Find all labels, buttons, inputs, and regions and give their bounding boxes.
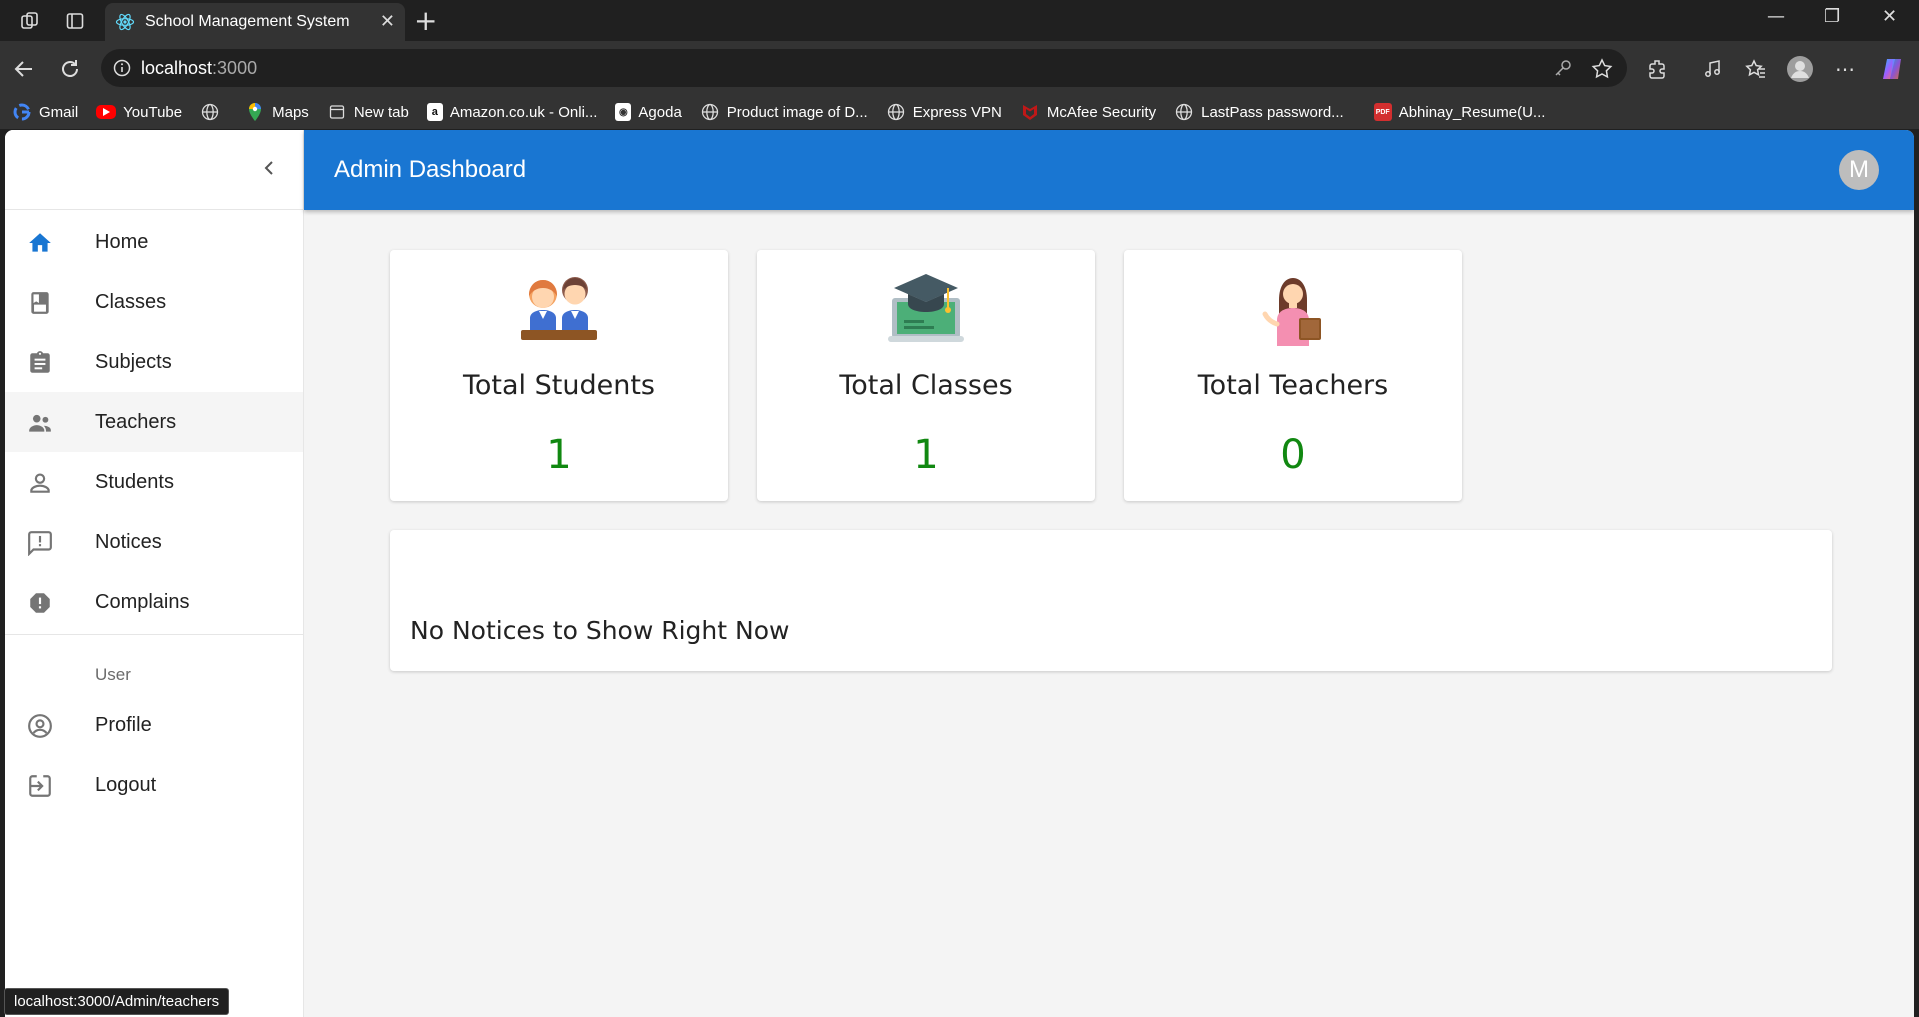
profile-avatar-icon[interactable] bbox=[1786, 55, 1814, 83]
stat-card-classes: Total Classes 1 bbox=[757, 250, 1095, 501]
sidebar-item-complains[interactable]: Complains bbox=[5, 572, 303, 632]
browser-toolbar: localhost:3000 ⋯ bbox=[0, 41, 1919, 95]
vertical-tabs-icon[interactable] bbox=[62, 8, 88, 34]
account-circle-icon bbox=[27, 713, 53, 739]
amazon-icon: a bbox=[426, 103, 443, 121]
bookmark-maps[interactable]: Maps bbox=[245, 102, 309, 122]
stat-title: Total Teachers bbox=[1197, 370, 1389, 401]
students-illustration-icon bbox=[519, 268, 599, 348]
close-tab-icon[interactable]: ✕ bbox=[380, 11, 395, 32]
app-bar: Admin Dashboard M bbox=[304, 130, 1914, 210]
stat-card-teachers: Total Teachers 0 bbox=[1124, 250, 1462, 501]
stat-value: 0 bbox=[1280, 432, 1306, 478]
class-icon bbox=[27, 290, 53, 316]
bookmarks-bar: Gmail YouTube Maps New tab a Amazon.co.uk… bbox=[0, 95, 1919, 129]
stat-title: Total Students bbox=[463, 370, 655, 401]
sidebar: Home Classes Subjects Teachers Students … bbox=[5, 130, 304, 1017]
bookmark-lastpass[interactable]: LastPass password... bbox=[1174, 102, 1344, 122]
agoda-icon: ◉ bbox=[615, 103, 632, 121]
site-info-icon[interactable] bbox=[113, 59, 131, 82]
teachers-illustration-icon bbox=[1253, 268, 1333, 348]
page-title: Admin Dashboard bbox=[334, 156, 527, 183]
sidebar-item-subjects[interactable]: Subjects bbox=[5, 332, 303, 392]
pdf-icon: PDF bbox=[1373, 103, 1392, 121]
sidebar-item-logout[interactable]: Logout bbox=[5, 755, 303, 815]
globe-icon bbox=[200, 102, 220, 122]
extensions-icon[interactable] bbox=[1644, 55, 1672, 83]
sidebar-item-classes[interactable]: Classes bbox=[5, 272, 303, 332]
sidebar-item-notices[interactable]: Notices bbox=[5, 512, 303, 572]
assignment-icon bbox=[27, 350, 53, 376]
globe-icon bbox=[1174, 102, 1194, 122]
minimize-icon[interactable]: — bbox=[1767, 6, 1785, 27]
favorites-icon[interactable] bbox=[1742, 55, 1770, 83]
bookmark-amazon[interactable]: a Amazon.co.uk - Onli... bbox=[426, 103, 597, 121]
back-icon[interactable] bbox=[10, 55, 38, 83]
stat-value: 1 bbox=[546, 432, 572, 478]
workspaces-icon[interactable] bbox=[17, 8, 43, 34]
notices-empty-text: No Notices to Show Right Now bbox=[410, 616, 790, 645]
youtube-icon bbox=[96, 105, 117, 119]
google-icon bbox=[12, 102, 32, 122]
globe-icon bbox=[700, 102, 720, 122]
bookmark-product-image[interactable]: Product image of D... bbox=[700, 102, 868, 122]
announcement-icon bbox=[27, 530, 53, 556]
sidebar-header bbox=[5, 130, 303, 210]
home-icon bbox=[27, 230, 53, 256]
classes-illustration-icon bbox=[886, 268, 966, 348]
bookmark-express-vpn[interactable]: Express VPN bbox=[886, 102, 1002, 122]
sidebar-nav: Home Classes Subjects Teachers Students … bbox=[5, 212, 303, 632]
tab-title: School Management System bbox=[145, 13, 350, 30]
bookmark-youtube[interactable]: YouTube bbox=[96, 104, 182, 121]
report-icon bbox=[27, 590, 53, 616]
stat-value: 1 bbox=[913, 432, 939, 478]
refresh-icon[interactable] bbox=[56, 55, 84, 83]
stat-card-students: Total Students 1 bbox=[390, 250, 728, 501]
address-bar[interactable]: localhost:3000 bbox=[101, 49, 1627, 87]
bookmark-globe[interactable] bbox=[200, 102, 227, 122]
globe-icon bbox=[886, 102, 906, 122]
sidebar-item-profile[interactable]: Profile bbox=[5, 695, 303, 755]
notices-panel: No Notices to Show Right Now bbox=[390, 530, 1832, 671]
stat-title: Total Classes bbox=[839, 370, 1013, 401]
maps-icon bbox=[245, 102, 265, 122]
restore-icon[interactable]: ❐ bbox=[1824, 6, 1840, 27]
url-text: localhost:3000 bbox=[141, 58, 258, 78]
sidebar-item-home[interactable]: Home bbox=[5, 212, 303, 272]
browser-tab-bar: School Management System ✕ + — ❐ ✕ bbox=[0, 0, 1919, 41]
person-icon bbox=[27, 470, 53, 496]
bookmark-mcafee[interactable]: McAfee Security bbox=[1020, 102, 1156, 122]
sidebar-item-students[interactable]: Students bbox=[5, 452, 303, 512]
bookmark-agoda[interactable]: ◉ Agoda bbox=[615, 103, 682, 121]
link-status-bar: localhost:3000/Admin/teachers bbox=[4, 988, 230, 1015]
chevron-left-icon[interactable] bbox=[259, 158, 279, 183]
close-window-icon[interactable]: ✕ bbox=[1882, 6, 1897, 27]
logout-icon bbox=[27, 773, 53, 799]
favorite-star-icon[interactable] bbox=[1591, 58, 1613, 85]
sidebar-item-teachers[interactable]: Teachers bbox=[5, 392, 303, 452]
bookmark-gmail[interactable]: Gmail bbox=[12, 102, 78, 122]
media-icon[interactable] bbox=[1698, 55, 1726, 83]
copilot-icon[interactable] bbox=[1878, 55, 1906, 83]
bookmark-new-tab[interactable]: New tab bbox=[327, 102, 409, 122]
react-icon bbox=[115, 12, 135, 37]
new-tab-icon[interactable]: + bbox=[414, 4, 437, 37]
more-options-icon[interactable]: ⋯ bbox=[1831, 55, 1859, 83]
mcafee-icon bbox=[1020, 102, 1040, 122]
browser-tab-active[interactable]: School Management System ✕ bbox=[105, 3, 405, 41]
avatar[interactable]: M bbox=[1839, 150, 1879, 190]
key-icon[interactable] bbox=[1553, 58, 1573, 83]
newtab-icon bbox=[327, 102, 347, 122]
app-root: Home Classes Subjects Teachers Students … bbox=[5, 130, 1914, 1017]
bookmark-resume[interactable]: PDF Abhinay_Resume(U... bbox=[1373, 103, 1545, 121]
supervisor-icon bbox=[27, 410, 53, 436]
